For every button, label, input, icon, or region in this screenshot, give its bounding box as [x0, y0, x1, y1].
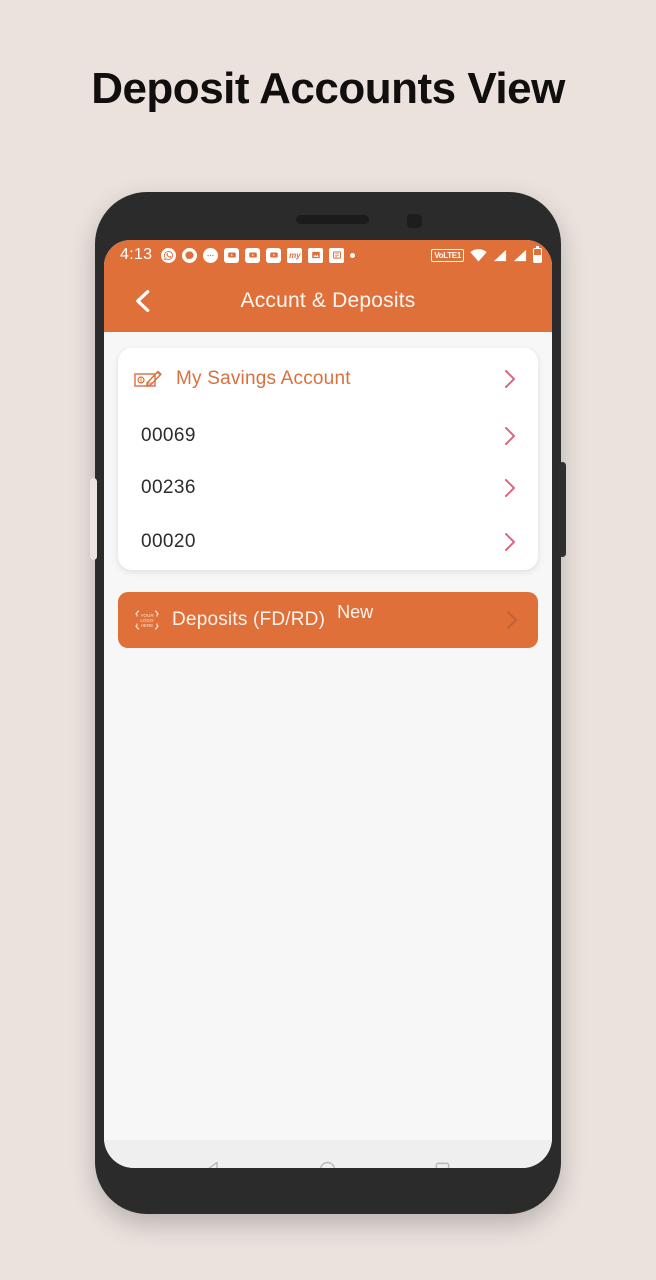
table-row[interactable]: 00236: [118, 462, 538, 514]
logo-placeholder-icon: YOUR LOGO HERE: [134, 609, 160, 631]
nav-home-icon: [320, 1161, 336, 1168]
savings-account-card: $ My Savings Account 00069 00236 00020: [118, 348, 538, 570]
table-row[interactable]: 00020: [118, 514, 538, 570]
shield-app-icon: [329, 247, 345, 263]
status-time: 4:13: [120, 246, 153, 263]
video-app-icon-3: [266, 247, 282, 263]
account-number: 00236: [141, 477, 196, 498]
savings-account-header[interactable]: $ My Savings Account: [118, 348, 538, 410]
overflow-dot-icon: [350, 252, 356, 258]
chat-bubble-icon: [203, 247, 219, 263]
app-bar-title: Accunt & Deposits: [240, 289, 416, 312]
messenger-icon: [182, 247, 198, 263]
speaker-grille: [296, 215, 369, 224]
volume-button[interactable]: [90, 478, 97, 560]
status-notification-icons: my: [161, 247, 431, 263]
back-button[interactable]: [126, 284, 160, 318]
signal-icon-2: [513, 249, 527, 262]
account-number: 00069: [141, 425, 196, 446]
nav-recents-icon: [435, 1162, 450, 1168]
volte-label: VoLTE: [434, 250, 457, 260]
status-bar: 4:13 my VoLTE1: [104, 240, 552, 270]
video-app-icon-1: [224, 247, 240, 263]
app-bar: Accunt & Deposits: [104, 270, 552, 332]
page-title: Deposit Accounts View: [91, 64, 565, 113]
nav-home-button[interactable]: [311, 1152, 345, 1168]
video-app-icon-2: [245, 247, 261, 263]
volte-badge: VoLTE1: [431, 248, 464, 262]
nav-back-button[interactable]: [196, 1152, 230, 1168]
power-button[interactable]: [559, 462, 566, 557]
phone-screen: 4:13 my VoLTE1 Accunt & Deposits $ My Sa…: [104, 240, 552, 1168]
wifi-icon: [470, 248, 487, 262]
deposits-label: Deposits (FD/RD): [172, 609, 326, 630]
table-row[interactable]: 00069: [118, 410, 538, 462]
account-number: 00020: [141, 531, 196, 552]
status-right-icons: VoLTE1: [431, 245, 542, 263]
chevron-right-icon: [503, 477, 518, 499]
chevron-right-icon: [503, 531, 518, 553]
my-app-icon: my: [287, 247, 303, 263]
nav-back-icon: [207, 1161, 218, 1168]
content-area: $ My Savings Account 00069 00236 00020 Y…: [104, 332, 552, 1140]
cheque-pen-icon: $: [134, 367, 164, 392]
new-badge: New: [337, 602, 374, 622]
battery-icon: [533, 245, 542, 263]
chevron-right-icon: [503, 368, 518, 390]
sim-indicator: 1: [456, 250, 461, 260]
savings-account-label: My Savings Account: [176, 368, 351, 389]
photo-app-icon: [308, 247, 324, 263]
back-chevron-icon: [136, 290, 150, 312]
android-nav-bar: [104, 1140, 552, 1168]
whatsapp-icon: [161, 247, 177, 263]
nav-recents-button[interactable]: [426, 1152, 460, 1168]
svg-text:$: $: [140, 378, 143, 384]
svg-text:HERE: HERE: [141, 623, 154, 628]
chevron-right-icon: [503, 425, 518, 447]
front-camera: [407, 214, 422, 228]
signal-icon-1: [493, 249, 507, 262]
deposits-banner[interactable]: YOUR LOGO HERE Deposits (FD/RD) New: [118, 592, 538, 648]
chevron-right-icon: [505, 609, 520, 631]
